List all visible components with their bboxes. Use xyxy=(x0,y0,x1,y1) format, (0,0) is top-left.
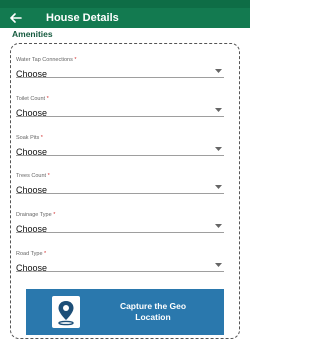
arrow-left-icon xyxy=(10,13,22,23)
road-type-dropdown[interactable]: Choose xyxy=(16,258,224,273)
field-label: Trees Count * xyxy=(16,173,50,179)
capture-geo-label-line1: Capture the Geo xyxy=(119,301,187,311)
dropdown-value: Choose xyxy=(16,224,48,234)
page-title: House Details xyxy=(46,12,119,24)
drainage-type-dropdown[interactable]: Choose xyxy=(16,219,224,234)
dropdown-value: Choose xyxy=(16,263,48,273)
caret-down-icon xyxy=(215,69,222,73)
field-label: Road Type * xyxy=(16,251,47,257)
app-bar: House Details xyxy=(0,8,250,28)
field-label: Soak Pits * xyxy=(16,135,43,141)
soak-pits-dropdown[interactable]: Choose xyxy=(16,142,224,157)
water-tap-dropdown[interactable]: Choose xyxy=(16,64,224,79)
trees-count-dropdown[interactable]: Choose xyxy=(16,180,224,195)
caret-down-icon xyxy=(215,147,222,151)
required-marker: * xyxy=(47,173,50,179)
required-marker: * xyxy=(46,96,49,102)
status-bar xyxy=(0,0,250,8)
capture-geo-label-line2: Location xyxy=(135,312,171,322)
dropdown-value: Choose xyxy=(16,69,48,79)
section-title: Amenities xyxy=(12,29,53,39)
required-marker: * xyxy=(40,135,43,141)
road-type-field: Road Type * Choose xyxy=(16,250,224,273)
capture-geo-location-button[interactable]: Capture the Geo Location xyxy=(26,289,224,335)
field-label: Toilet Count * xyxy=(16,96,49,102)
caret-down-icon xyxy=(215,224,222,228)
caret-down-icon xyxy=(215,108,222,112)
drainage-type-field: Drainage Type * Choose xyxy=(16,211,224,234)
toilet-count-dropdown[interactable]: Choose xyxy=(16,103,224,118)
capture-geo-label: Capture the Geo Location xyxy=(98,301,208,323)
water-tap-field: Water Tap Connections * Choose xyxy=(16,56,224,79)
trees-count-field: Trees Count * Choose xyxy=(16,172,224,195)
dropdown-value: Choose xyxy=(16,185,48,195)
dropdown-value: Choose xyxy=(16,108,48,118)
caret-down-icon xyxy=(215,185,222,189)
toilet-count-field: Toilet Count * Choose xyxy=(16,95,224,118)
required-marker: * xyxy=(53,212,56,218)
field-label: Water Tap Connections * xyxy=(16,57,77,63)
required-marker: * xyxy=(74,57,77,63)
caret-down-icon xyxy=(215,263,222,267)
location-pin-icon xyxy=(52,296,80,328)
dropdown-value: Choose xyxy=(16,147,48,157)
field-label: Drainage Type * xyxy=(16,212,56,218)
required-marker: * xyxy=(44,251,47,257)
soak-pits-field: Soak Pits * Choose xyxy=(16,134,224,157)
back-button[interactable] xyxy=(10,8,28,28)
